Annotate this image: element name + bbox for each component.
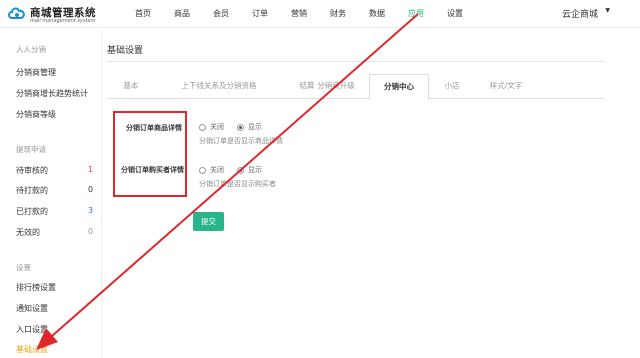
cloud-logo-icon	[8, 7, 25, 19]
logo-subtitle: mall management system	[30, 18, 96, 24]
nav-settings[interactable]: 设置	[447, 8, 463, 19]
sidebar-item-notify-settings[interactable]: 通知设置	[16, 303, 48, 314]
sidebar-heading-distribution: 人人分销	[16, 45, 46, 54]
buyer-detail-off-radio[interactable]	[199, 167, 206, 174]
submit-button[interactable]: 提交	[193, 212, 224, 231]
nav-marketing[interactable]: 营销	[291, 8, 307, 19]
nav-data[interactable]: 数据	[369, 8, 385, 19]
nav-goods[interactable]: 商品	[174, 8, 190, 19]
shop-switcher[interactable]: 云企商城	[562, 7, 598, 20]
nav-members[interactable]: 会员	[213, 8, 229, 19]
invalid-count-badge: 0	[88, 227, 94, 236]
unpaid-count-badge: 0	[88, 185, 94, 194]
logo[interactable]: 商城管理系统 mall management system	[8, 5, 108, 25]
sidebar-item-unpaid[interactable]: 待打款的	[16, 185, 48, 196]
goods-detail-help: 分销订单是否显示商品详情	[199, 137, 283, 145]
nav-finance[interactable]: 财务	[330, 8, 346, 19]
sidebar-item-paid[interactable]: 已打款的	[16, 206, 48, 217]
page-title: 基础设置	[107, 46, 144, 56]
sidebar-item-growth-trend[interactable]: 分销商增长趋势统计	[16, 88, 88, 99]
goods-detail-off-radio[interactable]	[199, 124, 206, 131]
tab-shop[interactable]: 小店	[433, 74, 471, 99]
tab-relation[interactable]: 上下线关系及分销资格	[161, 74, 277, 99]
sidebar-item-entry-settings[interactable]: 入口设置	[16, 324, 48, 335]
nav-orders[interactable]: 订单	[252, 8, 268, 19]
buyer-detail-on-radio[interactable]	[237, 167, 244, 174]
tab-style-text[interactable]: 样式/文字	[477, 74, 535, 99]
sidebar-item-pending[interactable]: 待审核的	[16, 165, 48, 176]
nav-apps[interactable]: 应用	[408, 8, 424, 19]
annotation-highlight-box	[113, 111, 187, 197]
sidebar-item-ranking-settings[interactable]: 排行榜设置	[16, 282, 56, 293]
paid-count-badge: 3	[88, 206, 94, 215]
sidebar-item-distributor-manage[interactable]: 分销商管理	[16, 67, 56, 78]
goods-detail-on-radio[interactable]	[237, 124, 244, 131]
buyer-detail-help: 分销订单是否显示购买者	[199, 180, 276, 188]
title-divider	[107, 61, 604, 62]
tab-basic[interactable]: 基本	[113, 74, 149, 99]
sidebar-item-distributor-level[interactable]: 分销商等级	[16, 109, 56, 120]
goods-detail-on-label[interactable]: 显示	[248, 122, 262, 132]
sidebar-heading-settings: 设置	[16, 263, 31, 272]
buyer-detail-off-label[interactable]: 关闭	[210, 165, 224, 175]
sidebar-heading-withdraw: 提现申请	[16, 145, 46, 154]
settings-tabs: 基本 上下线关系及分销资格 结算 分销商升级 分销中心 小店 样式/文字	[107, 74, 604, 100]
pending-count-badge: 1	[88, 165, 94, 174]
goods-detail-off-label[interactable]: 关闭	[210, 122, 224, 132]
buyer-detail-on-label[interactable]: 显示	[248, 165, 262, 175]
sidebar-item-basic-settings[interactable]: 基础设置	[16, 344, 48, 355]
tab-distribution-center[interactable]: 分销中心	[369, 74, 429, 100]
tab-upgrade[interactable]: 分销商升级	[308, 74, 364, 99]
caret-down-icon[interactable]: ▼	[605, 7, 610, 14]
nav-home[interactable]: 首页	[135, 8, 151, 19]
top-navbar: 商城管理系统 mall management system 首页 商品 会员 订…	[0, 0, 640, 28]
arrow-shaft	[51, 13, 419, 337]
sidebar: 人人分销 分销商管理 分销商增长趋势统计 分销商等级 提现申请 待审核的 1 待…	[0, 29, 102, 358]
sidebar-item-invalid[interactable]: 无效的	[16, 227, 40, 238]
